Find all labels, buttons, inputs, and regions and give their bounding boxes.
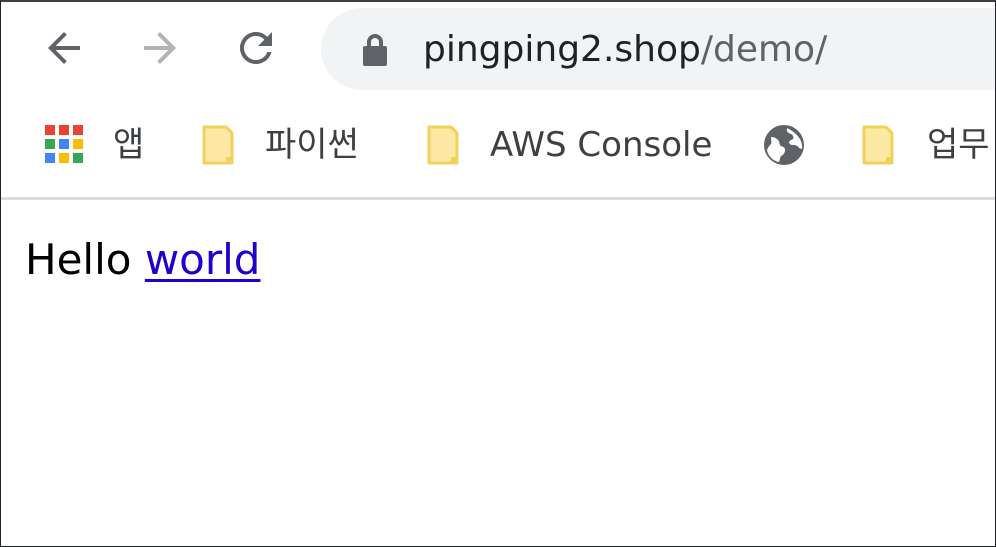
- arrow-back-icon: [48, 32, 80, 64]
- arrow-forward-icon: [144, 32, 176, 64]
- bookmark-work-label: 업무: [927, 124, 990, 165]
- folder-icon: [427, 125, 459, 164]
- address-bar[interactable]: pingping2.shop/demo/: [321, 8, 995, 90]
- apps-grid-icon: [45, 124, 85, 165]
- hello-text: Hello world: [25, 234, 260, 286]
- reload-button[interactable]: [228, 20, 284, 76]
- toolbar: pingping2.shop/demo/: [1, 2, 995, 97]
- bookmark-apps-label: 앱: [113, 124, 145, 165]
- browser-window: pingping2.shop/demo/ 앱 파이썬 AWS Console 업…: [0, 0, 996, 547]
- back-button[interactable]: [36, 20, 92, 76]
- page-content: Hello world: [1, 200, 995, 546]
- url-text[interactable]: pingping2.shop/demo/: [423, 28, 827, 72]
- bookmark-work[interactable]: 업무: [861, 97, 990, 192]
- bookmark-python[interactable]: 파이썬: [201, 97, 359, 192]
- bookmark-python-label: 파이썬: [265, 124, 359, 165]
- url-host: pingping2.shop: [423, 29, 701, 70]
- bookmark-aws-console[interactable]: AWS Console: [426, 97, 712, 192]
- forward-button[interactable]: [132, 20, 188, 76]
- globe-icon: [764, 124, 804, 165]
- bookmark-aws-console-label: AWS Console: [490, 124, 713, 165]
- bookmark-apps[interactable]: 앱: [45, 97, 144, 192]
- bookmark-globe[interactable]: [763, 97, 805, 192]
- reload-icon: [240, 31, 272, 65]
- folder-icon: [862, 125, 894, 164]
- hello-label: Hello: [25, 235, 132, 284]
- lock-icon[interactable]: [361, 32, 389, 68]
- url-path: /demo/: [700, 29, 828, 70]
- folder-icon: [202, 125, 234, 164]
- bookmarks-bar: 앱 파이썬 AWS Console 업무: [1, 97, 995, 197]
- world-link[interactable]: world: [145, 235, 261, 284]
